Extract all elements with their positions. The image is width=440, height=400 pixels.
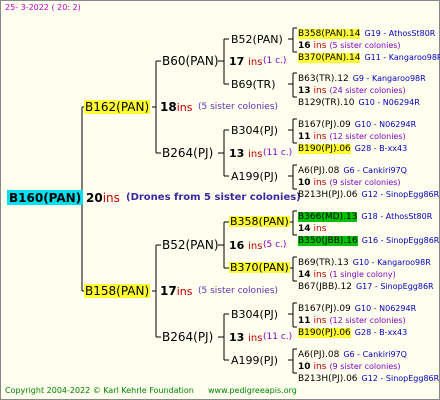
gen2-note: (1 c.) (263, 56, 287, 66)
gen2-queen-id[interactable]: B52(PAN) (162, 239, 219, 251)
gen3-queen-id[interactable]: B52(PAN) (231, 34, 283, 45)
gen3-queen-id[interactable]: B69(TR) (231, 79, 276, 90)
footer-copyright: Copyright 2004-2022 © Karl Kehrle Founda… (5, 386, 194, 395)
root-ins-count: 20 (86, 191, 103, 205)
gen2-inseminations: 16 ins (229, 240, 262, 252)
gen4-queen-id[interactable]: B129(TR).10 (298, 98, 354, 108)
gen3-queen-id[interactable]: B370(PAN) (229, 262, 290, 273)
gen3-queen-id[interactable]: B358(PAN) (229, 216, 290, 227)
gen4-queen-id[interactable]: B67(JBB).12 (298, 282, 352, 292)
gen4-dam-row: B129(TR).10 G10 - N06294R (298, 92, 420, 108)
root-ins-label: ins (102, 191, 120, 205)
gen4-queen-id[interactable]: B213H(PJ).06 (298, 374, 358, 384)
gen3-queen-id[interactable]: A199(PJ) (231, 171, 278, 182)
gen4-source: G12 - SinopEgg86R (361, 374, 440, 383)
gen4-queen-id[interactable]: B213H(PJ).06 (298, 190, 358, 200)
gen3-queen-id[interactable]: B304(PJ) (231, 125, 278, 136)
gen3-queen-id[interactable]: A199(PJ) (231, 355, 278, 366)
gen4-dam-row: B213H(PJ).06 G12 - SinopEgg86R (298, 184, 439, 200)
gen4-queen-id[interactable]: B190(PJ).06 (298, 328, 351, 338)
gen3-queen-id[interactable]: B304(PJ) (231, 309, 278, 320)
gen2-queen-id[interactable]: B60(PAN) (162, 55, 219, 67)
gen4-source: G12 - SinopEgg86R (361, 190, 440, 199)
gen2-ins-label: ins (248, 241, 263, 252)
gen1-ins-count: 18 (160, 100, 177, 114)
gen2-ins-label: ins (248, 57, 263, 68)
header-date: 25- 3-2022 ( 20: 2) (5, 3, 81, 12)
gen4-source: G11 - Kangaroo98R (364, 53, 440, 62)
gen4-source: G28 - B-xx43 (354, 144, 408, 153)
gen2-ins-count: 17 (229, 55, 245, 68)
gen1-queen-id[interactable]: B162(PAN) (84, 100, 151, 114)
gen1-queen-id[interactable]: B158(PAN) (84, 284, 151, 298)
gen4-source: G16 - SinopEgg86R (361, 236, 440, 245)
gen2-note: (11 c.) (263, 148, 293, 158)
gen1-inseminations: 18ins (160, 101, 192, 113)
gen1-inseminations: 17ins (160, 285, 192, 297)
gen1-ins-label: ins (176, 101, 193, 114)
gen4-source: G18 - AthosSt80R (361, 212, 433, 221)
gen2-ins-label: ins (248, 333, 263, 344)
gen2-ins-count: 16 (229, 239, 245, 252)
gen4-dam-row: B213H(PJ).06 G12 - SinopEgg86R (298, 368, 439, 384)
gen2-ins-label: ins (248, 149, 263, 160)
gen4-source: G10 - N06294R (358, 98, 420, 107)
footer-url[interactable]: www.pedigreeapis.org (208, 387, 297, 395)
gen1-note: (5 sister colonies) (198, 102, 279, 112)
gen1-ins-label: ins (176, 285, 193, 298)
root-inseminations: 20ins (86, 192, 120, 204)
gen4-dam-row: B190(PJ).06 G28 - B-xx43 (298, 322, 407, 338)
root-drone-note: (Drones from 5 sister colonies) (126, 192, 301, 203)
gen4-dam-row: B350(JBB).16 G16 - SinopEgg86R (298, 230, 439, 246)
gen2-ins-count: 13 (229, 331, 245, 344)
gen2-ins-count: 13 (229, 147, 245, 160)
gen4-queen-id[interactable]: B190(PJ).06 (298, 144, 351, 154)
gen4-source: G17 - SinopEgg86R (355, 282, 434, 291)
gen2-queen-id[interactable]: B264(PJ) (162, 147, 213, 159)
gen4-dam-row: B67(JBB).12 G17 - SinopEgg86R (298, 276, 434, 292)
gen1-ins-count: 17 (160, 284, 177, 298)
gen2-inseminations: 17 ins (229, 56, 262, 68)
gen2-note: (5 c.) (263, 240, 287, 250)
gen2-note: (11 c.) (263, 332, 293, 342)
gen1-note: (5 sister colonies) (198, 286, 279, 296)
gen4-source: G28 - B-xx43 (354, 328, 408, 337)
gen4-queen-id[interactable]: B370(PAN).14 (298, 53, 361, 63)
gen2-queen-id[interactable]: B264(PJ) (162, 331, 213, 343)
gen4-dam-row: B370(PAN).14 G11 - Kangaroo98R (298, 47, 440, 63)
gen2-inseminations: 13 ins (229, 148, 262, 160)
root-queen-id[interactable]: B160(PAN) (7, 190, 84, 205)
gen2-inseminations: 13 ins (229, 332, 262, 344)
gen4-queen-id[interactable]: B350(JBB).16 (298, 236, 358, 246)
gen4-dam-row: B190(PJ).06 G28 - B-xx43 (298, 138, 407, 154)
